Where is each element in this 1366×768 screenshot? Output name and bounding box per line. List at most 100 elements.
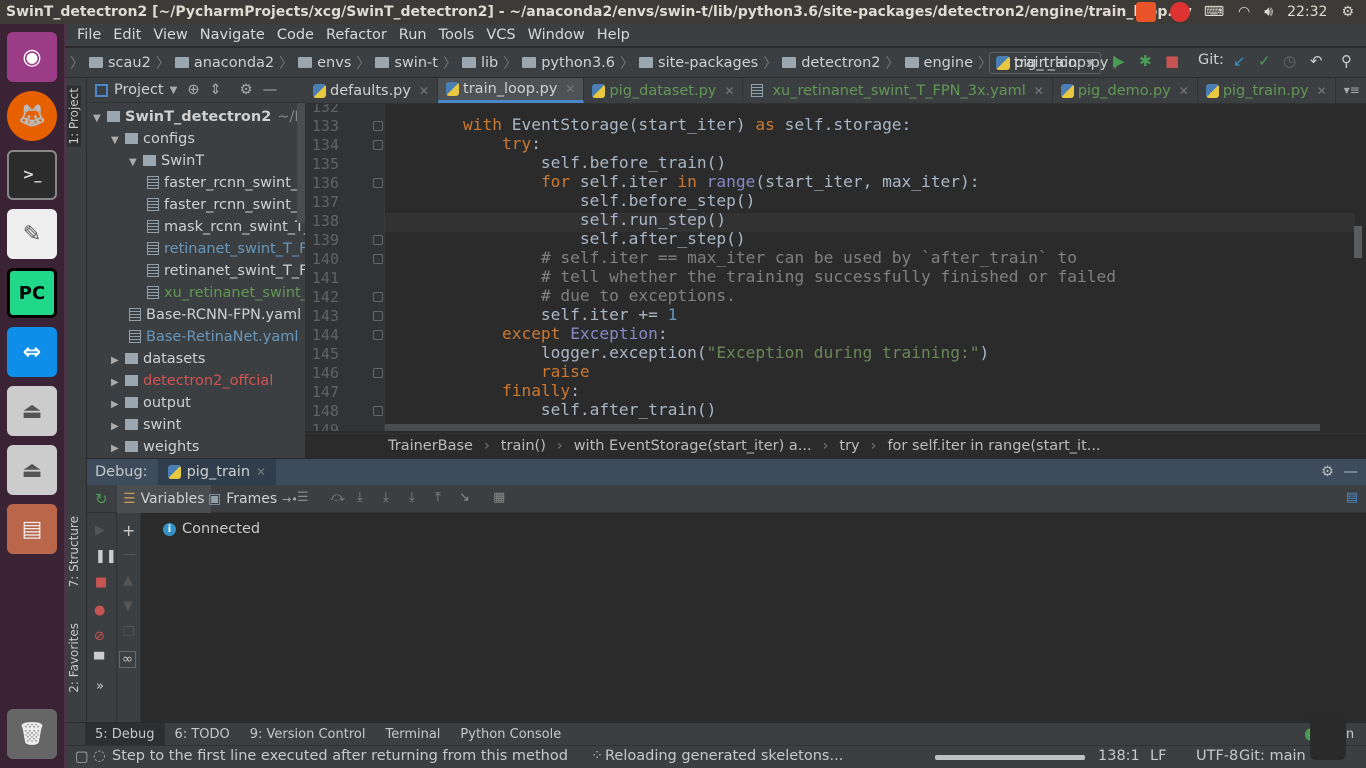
tab-pig-train-py[interactable]: pig_train.py ✕: [1198, 78, 1336, 103]
hide-icon[interactable]: —: [263, 82, 278, 98]
editor-crumb[interactable]: train(): [501, 438, 546, 454]
fold-marker-icon[interactable]: [373, 311, 383, 321]
nav-crumb[interactable]: scau2: [85, 53, 155, 73]
tool-window-python-console[interactable]: Python Console: [450, 723, 571, 746]
git-update-icon[interactable]: ↙: [1233, 52, 1246, 70]
app-indicator-icon[interactable]: [1135, 2, 1156, 22]
pin-icon[interactable]: →•: [282, 493, 298, 506]
pycharm-icon[interactable]: PC: [7, 268, 57, 318]
tree-item[interactable]: faster_rcnn_swint_T_FPN_3x.yaml: [147, 172, 305, 194]
toggle-tool-windows-icon[interactable]: ▢: [75, 749, 89, 765]
nav-crumb[interactable]: site-packages: [635, 53, 762, 73]
tab-project[interactable]: 1: Project: [67, 86, 81, 147]
tool-window-5-debug[interactable]: 5: Debug: [85, 722, 165, 746]
editor-crumb[interactable]: try: [839, 438, 859, 454]
tool-window-6-todo[interactable]: 6: TODO: [165, 723, 240, 746]
fold-marker-icon[interactable]: [373, 235, 383, 245]
tree-item[interactable]: mask_rcnn_swint_T_FPN_3x.yaml: [147, 216, 305, 238]
chevron-down-icon[interactable]: ▼: [170, 85, 178, 96]
force-step-into-icon[interactable]: ⤓: [409, 490, 415, 505]
menu-code[interactable]: Code: [271, 27, 320, 43]
fold-marker-icon[interactable]: [373, 368, 383, 378]
collapsed-icon[interactable]: ▶: [111, 372, 125, 394]
tree-item[interactable]: ▶ detectron2_offcial: [111, 370, 273, 392]
step-over-icon[interactable]: ⤼: [331, 490, 345, 505]
view-breakpoints-icon[interactable]: ●: [94, 603, 105, 618]
restore-layout-icon[interactable]: ▤: [1346, 490, 1358, 505]
stop-icon[interactable]: ■: [1165, 52, 1179, 70]
fold-marker-icon[interactable]: [373, 406, 383, 416]
menu-tools[interactable]: Tools: [433, 27, 481, 43]
editor-crumb[interactable]: TrainerBase: [388, 438, 473, 454]
background-task[interactable]: Reloading generated skeletons...: [605, 748, 843, 764]
tree-item[interactable]: retinanet_swint_T_FPN_3x.yaml: [147, 238, 305, 260]
scrollbar[interactable]: [297, 103, 305, 223]
horizontal-scrollbar[interactable]: [385, 424, 1320, 431]
file-manager-icon[interactable]: ▤: [7, 504, 57, 554]
tree-item[interactable]: faster_rcnn_swint_T_FPN_3x_.yaml: [147, 194, 305, 216]
rerun-icon[interactable]: ↻: [95, 490, 108, 508]
tree-item[interactable]: ▶ datasets: [111, 348, 205, 370]
caret-position[interactable]: 138:1: [1098, 748, 1140, 764]
tree-item[interactable]: ▶ swint: [111, 414, 181, 436]
menu-navigate[interactable]: Navigate: [194, 27, 271, 43]
stop-icon[interactable]: ■: [95, 575, 107, 590]
nav-crumb[interactable]: envs: [294, 53, 355, 73]
menu-edit[interactable]: Edit: [107, 27, 147, 43]
text-editor-icon[interactable]: ✎: [7, 209, 57, 259]
line-separator[interactable]: LF: [1150, 748, 1166, 764]
menu-window[interactable]: Window: [522, 27, 591, 43]
scrollbar[interactable]: [1354, 226, 1362, 258]
tab-defaults-py[interactable]: defaults.py ✕: [305, 78, 439, 103]
tree-item[interactable]: retinanet_swint_T_FPN_3x_.yaml: [147, 260, 305, 282]
copy-icon[interactable]: ❐: [123, 625, 135, 640]
firefox-icon[interactable]: 🦊︎: [7, 91, 57, 141]
fold-marker-icon[interactable]: [373, 292, 383, 302]
wifi-icon[interactable]: ◠: [1238, 0, 1250, 24]
collapsed-icon[interactable]: ▶: [111, 438, 125, 458]
step-into-icon[interactable]: ⤓: [357, 490, 363, 505]
show-watches-icon[interactable]: ∞: [119, 651, 136, 668]
pause-icon[interactable]: ❚❚: [95, 549, 117, 564]
tab-structure[interactable]: 7: Structure: [67, 516, 81, 587]
file-encoding[interactable]: UTF-8: [1196, 748, 1238, 764]
expanded-icon[interactable]: ▼: [93, 108, 107, 130]
tab-frames[interactable]: ▣ Frames →•: [204, 485, 302, 513]
locate-icon[interactable]: ⊕: [187, 82, 199, 98]
close-icon[interactable]: ✕: [1179, 84, 1189, 98]
expanded-icon[interactable]: ▼: [111, 130, 125, 152]
close-icon[interactable]: ✕: [256, 465, 266, 479]
tab-variables[interactable]: ☰ Variables: [117, 485, 211, 513]
close-icon[interactable]: ✕: [724, 84, 734, 98]
run-to-cursor-icon[interactable]: ↘: [459, 490, 470, 505]
nav-crumb[interactable]: detectron2: [778, 53, 884, 73]
tree-item[interactable]: Base-RCNN-FPN.yaml: [129, 304, 301, 326]
revert-icon[interactable]: ↶: [1310, 52, 1323, 70]
hide-icon[interactable]: —: [1344, 464, 1359, 480]
menu-run[interactable]: Run: [393, 27, 433, 43]
menu-view[interactable]: View: [147, 27, 193, 43]
usb-drive-icon[interactable]: ⏏: [7, 386, 57, 436]
fold-marker-icon[interactable]: [373, 330, 383, 340]
tree-item[interactable]: ▼ configs: [111, 128, 195, 150]
move-down-icon[interactable]: ▼: [123, 599, 133, 614]
collapse-icon[interactable]: ⇕: [209, 82, 221, 98]
clock[interactable]: 22:32: [1287, 0, 1327, 24]
terminal-icon[interactable]: >_: [7, 150, 57, 200]
close-icon[interactable]: ✕: [419, 84, 429, 98]
ubuntu-dash-icon[interactable]: ◉: [7, 32, 57, 82]
evaluate-icon[interactable]: ▦: [493, 490, 505, 505]
menu-refactor[interactable]: Refactor: [320, 27, 393, 43]
close-icon[interactable]: ✕: [1034, 84, 1044, 98]
tab-favorites[interactable]: 2: Favorites: [67, 623, 81, 693]
collapsed-icon[interactable]: ▶: [111, 350, 125, 372]
menu-help[interactable]: Help: [591, 27, 636, 43]
tree-item[interactable]: ▶ output: [111, 392, 191, 414]
tab-pig-demo-py[interactable]: pig_demo.py ✕: [1053, 78, 1198, 103]
git-commit-icon[interactable]: ✓: [1258, 52, 1271, 70]
layout-icon[interactable]: ▀: [94, 653, 104, 668]
power-icon[interactable]: ⚙: [1341, 0, 1354, 24]
menu-file[interactable]: File: [71, 27, 107, 43]
menu-icon[interactable]: ☰: [297, 490, 309, 505]
volume-icon[interactable]: 🔊︎: [1264, 0, 1273, 24]
